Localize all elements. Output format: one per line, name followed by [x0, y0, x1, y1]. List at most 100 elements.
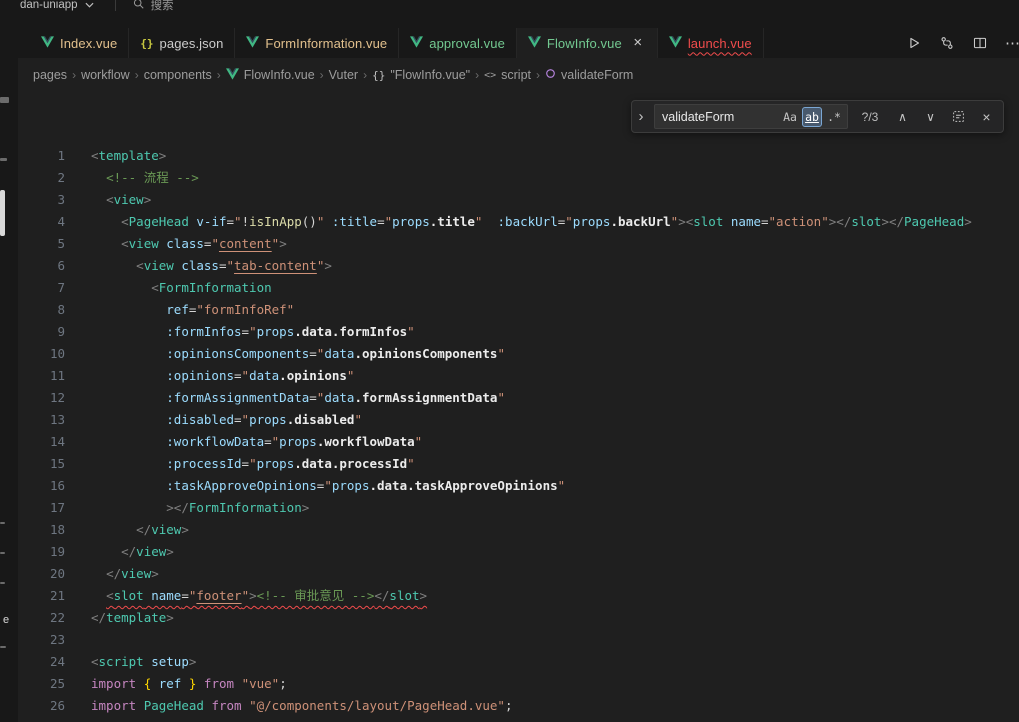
breadcrumb-item-pages[interactable]: pages — [33, 68, 67, 82]
line-number[interactable]: 8 — [18, 299, 65, 321]
open-changes-button[interactable] — [937, 32, 957, 54]
split-editor-button[interactable] — [970, 32, 990, 54]
activity-rail: e — [0, 14, 18, 722]
breadcrumb-item-FlowInfo.vue[interactable]: {}"FlowInfo.vue" — [372, 68, 470, 82]
line-number[interactable]: 26 — [18, 695, 65, 717]
code-token: = — [309, 390, 317, 405]
code-text[interactable]: <FormInformation — [65, 277, 272, 299]
line-number[interactable]: 3 — [18, 189, 65, 211]
line-number[interactable]: 25 — [18, 673, 65, 695]
close-find-button[interactable]: × — [976, 106, 997, 128]
code-text[interactable]: :workflowData="props.workflowData" — [65, 431, 422, 453]
code-text[interactable]: :opinionsComponents="data.opinionsCompon… — [65, 343, 505, 365]
breadcrumb-item-components[interactable]: components — [144, 68, 212, 82]
breadcrumb-item-validateForm[interactable]: validateForm — [545, 68, 633, 82]
toggle-replace-button[interactable]: › — [635, 108, 647, 125]
line-number[interactable]: 9 — [18, 321, 65, 343]
find-in-selection-button[interactable] — [948, 106, 969, 128]
breadcrumb-label: "FlowInfo.vue" — [390, 68, 470, 82]
line-number[interactable]: 21 — [18, 585, 65, 607]
code-token — [136, 698, 144, 713]
code-token: ; — [279, 676, 287, 691]
code-line: 14 :workflowData="props.workflowData" — [18, 431, 1019, 453]
editor[interactable]: › Aa ab .* ?/3 ∧ ∨ × 1<template>2 <!-- 流… — [18, 92, 1019, 722]
line-number[interactable]: 5 — [18, 233, 65, 255]
line-number[interactable]: 10 — [18, 343, 65, 365]
title-bar: dan-uniapp 搜索 — [0, 0, 1019, 14]
line-number[interactable]: 15 — [18, 453, 65, 475]
code-text[interactable]: <template> — [65, 145, 166, 167]
code-text[interactable]: import { ref } from "vue"; — [65, 673, 287, 695]
line-number[interactable]: 14 — [18, 431, 65, 453]
line-number[interactable]: 16 — [18, 475, 65, 497]
line-number[interactable]: 4 — [18, 211, 65, 233]
line-number[interactable]: 2 — [18, 167, 65, 189]
line-number[interactable]: 7 — [18, 277, 65, 299]
line-number[interactable]: 11 — [18, 365, 65, 387]
code-text[interactable]: </view> — [65, 519, 189, 541]
breadcrumb-item-script[interactable]: <>script — [484, 68, 531, 82]
line-number[interactable]: 17 — [18, 497, 65, 519]
line-number[interactable]: 18 — [18, 519, 65, 541]
code-text[interactable]: </view> — [65, 563, 159, 585]
code-token: footer — [196, 588, 241, 603]
tab-pages.json[interactable]: {}pages.json — [129, 28, 235, 58]
code-text[interactable]: </template> — [65, 607, 174, 629]
code-token: > — [151, 566, 159, 581]
code-token — [723, 214, 731, 229]
regex-option[interactable]: .* — [824, 107, 844, 127]
code-text[interactable]: :opinions="data.opinions" — [65, 365, 354, 387]
code-text[interactable]: <view> — [65, 189, 151, 211]
code-token: > — [159, 148, 167, 163]
code-text[interactable]: <view class="tab-content"> — [65, 255, 332, 277]
line-number[interactable]: 6 — [18, 255, 65, 277]
tab-close-icon[interactable]: × — [630, 36, 646, 50]
line-number[interactable]: 22 — [18, 607, 65, 629]
code-text[interactable]: <view class="content"> — [65, 233, 287, 255]
code-token: props — [279, 434, 317, 449]
breadcrumb-item-Vuter[interactable]: Vuter — [329, 68, 358, 82]
line-number[interactable]: 19 — [18, 541, 65, 563]
line-number[interactable]: 20 — [18, 563, 65, 585]
code-text[interactable]: :formAssignmentData="data.formAssignment… — [65, 387, 505, 409]
match-case-option[interactable]: Aa — [780, 107, 800, 127]
tab-FlowInfo.vue[interactable]: FlowInfo.vue× — [517, 28, 658, 58]
code-text[interactable] — [65, 629, 91, 651]
code-text[interactable]: <slot name="footer"><!-- 审批意见 --></slot> — [65, 585, 427, 607]
previous-match-button[interactable]: ∧ — [892, 106, 913, 128]
find-input[interactable] — [662, 110, 778, 124]
code-text[interactable]: :disabled="props.disabled" — [65, 409, 362, 431]
whole-word-option[interactable]: ab — [802, 107, 822, 127]
tab-Index.vue[interactable]: Index.vue — [30, 28, 129, 58]
code-text[interactable]: <script setup> — [65, 651, 196, 673]
code-text[interactable]: <PageHead v-if="!isInApp()" :title="prop… — [65, 211, 972, 233]
code-token: isInApp — [249, 214, 302, 229]
tab-launch.vue[interactable]: launch.vue — [658, 28, 764, 58]
code-text[interactable]: <!-- 流程 --> — [65, 167, 199, 189]
code-text[interactable]: :processId="props.data.processId" — [65, 453, 415, 475]
code-text[interactable]: :taskApproveOpinions="props.data.taskApp… — [65, 475, 565, 497]
project-name[interactable]: dan-uniapp — [20, 0, 78, 11]
code-text[interactable]: </view> — [65, 541, 174, 563]
rail-clipped-text: e — [3, 614, 9, 626]
breadcrumb-item-workflow[interactable]: workflow — [81, 68, 130, 82]
code-text[interactable]: :formInfos="props.data.formInfos" — [65, 321, 415, 343]
code-text[interactable]: ref="formInfoRef" — [65, 299, 294, 321]
global-search-box[interactable]: 搜索 — [151, 0, 174, 13]
tab-approval.vue[interactable]: approval.vue — [399, 28, 517, 58]
code-token: ></ — [829, 214, 852, 229]
next-match-button[interactable]: ∨ — [920, 106, 941, 128]
run-button[interactable] — [904, 32, 924, 54]
line-number[interactable]: 24 — [18, 651, 65, 673]
code-area[interactable]: 1<template>2 <!-- 流程 -->3 <view>4 <PageH… — [18, 92, 1019, 717]
line-number[interactable]: 1 — [18, 145, 65, 167]
line-number[interactable]: 13 — [18, 409, 65, 431]
breadcrumb: pages›workflow›components›FlowInfo.vue›V… — [33, 68, 633, 83]
code-text[interactable]: import PageHead from "@/components/layou… — [65, 695, 512, 717]
line-number[interactable]: 12 — [18, 387, 65, 409]
more-actions-button[interactable]: ⋯ — [1003, 32, 1019, 54]
breadcrumb-item-FlowInfo.vue[interactable]: FlowInfo.vue — [226, 68, 315, 83]
line-number[interactable]: 23 — [18, 629, 65, 651]
tab-FormInformation.vue[interactable]: FormInformation.vue — [235, 28, 399, 58]
code-text[interactable]: ></FormInformation> — [65, 497, 309, 519]
